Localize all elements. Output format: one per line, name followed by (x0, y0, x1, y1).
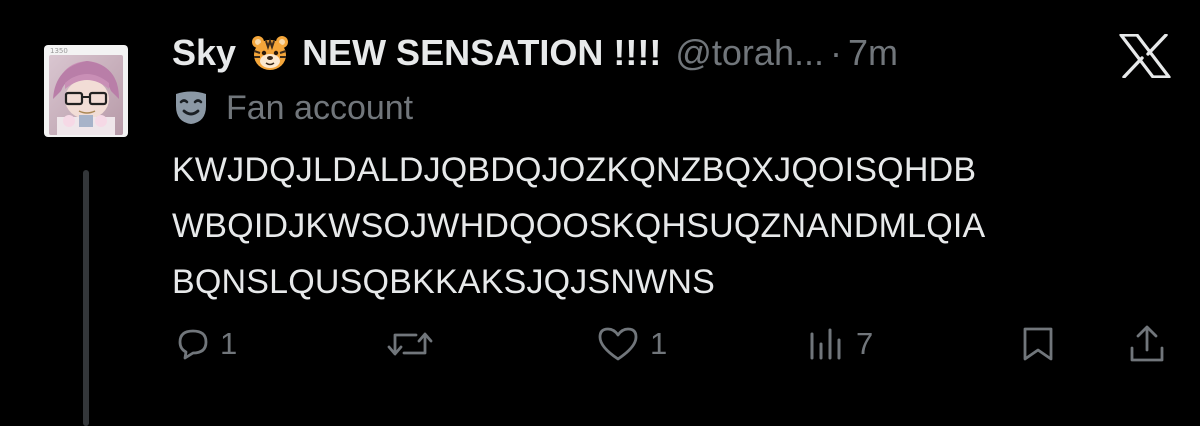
avatar-image (49, 55, 123, 135)
bookmark-button[interactable] (1020, 320, 1056, 368)
repost-icon (387, 332, 433, 356)
avatar-frame-tag: 1350 (50, 47, 68, 55)
tiger-face-icon (252, 36, 289, 70)
share-button[interactable] (1128, 320, 1166, 368)
repost-button[interactable] (386, 320, 434, 368)
account-label: Fan account (172, 86, 413, 130)
user-handle[interactable]: @torah... (675, 32, 824, 74)
like-button[interactable]: 1 (596, 320, 667, 368)
like-count: 1 (650, 326, 668, 361)
views-count: 7 (856, 326, 874, 361)
heart-icon (598, 327, 638, 361)
avatar[interactable]: 1350 (44, 45, 128, 137)
tweet-text-line: KWJDQJLDALDJQBDQJOZKQNZBQXJQOISQHDB (172, 151, 977, 189)
timestamp[interactable]: 7m (848, 32, 898, 74)
thread-line (83, 170, 89, 426)
account-label-text: Fan account (226, 88, 414, 127)
header-separator: · (829, 32, 842, 73)
tweet-text-line: BQNSLQUSQBKKAKSJQJSNWNS (172, 263, 716, 301)
display-name-suffix[interactable]: NEW SENSATION !!!! (302, 32, 661, 74)
display-name[interactable]: Sky (172, 32, 236, 74)
reply-button[interactable]: 1 (176, 320, 237, 368)
mask-icon (176, 91, 206, 124)
tweet-text: KWJDQJLDALDJQBDQJOZKQNZBQXJQOISQHDB WBQI… (172, 142, 1182, 310)
tweet-text-line: WBQIDJKWSOJWHDQOOSKQHSUQZNANDMLQIA (172, 207, 986, 245)
views-bar-chart-icon (810, 328, 841, 360)
share-icon (1130, 325, 1164, 362)
tweet-header: Sky NEW SENSATION !!!! @torah... · 7m (172, 28, 898, 78)
reply-icon (178, 329, 208, 360)
x-logo-icon[interactable] (1119, 34, 1171, 78)
bookmark-icon (1023, 327, 1053, 361)
views-button[interactable]: 7 (806, 320, 873, 368)
reply-count: 1 (220, 326, 238, 361)
